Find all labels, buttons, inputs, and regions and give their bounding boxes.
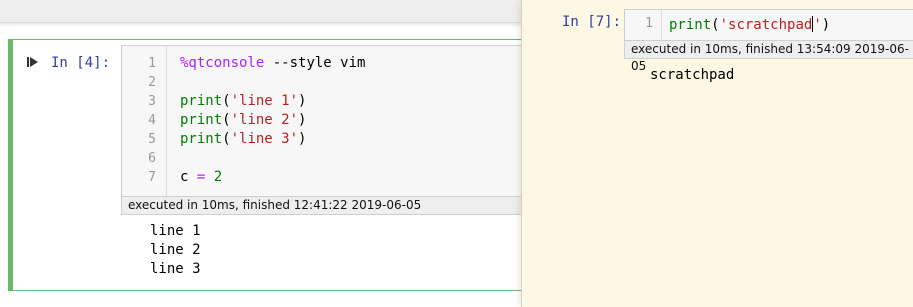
string-literal: 'line 2'	[230, 112, 299, 128]
code-line: %qtconsole --style vim	[180, 55, 365, 71]
code-line: print('line 3')	[180, 131, 306, 147]
builtin-print: print	[669, 17, 712, 33]
execution-time-bar: executed in 10ms, finished 12:41:22 2019…	[121, 196, 553, 215]
code-line: c = 2	[180, 169, 222, 185]
step-forward-icon[interactable]	[26, 55, 40, 69]
paren-close: )	[298, 131, 307, 147]
scratchpad-output: scratchpad	[650, 67, 735, 83]
line-number: 5	[148, 132, 156, 147]
code-editor[interactable]: 1 2 3 4 5 6 7 %qtconsole --style vim pri…	[121, 45, 553, 197]
line-number: 1	[148, 56, 156, 71]
paren-close: )	[298, 112, 307, 128]
paren-open: (	[222, 93, 231, 109]
string-literal: 'scratchpad	[719, 17, 813, 33]
code-line: print('line 2')	[180, 112, 306, 128]
paren-open: (	[222, 131, 231, 147]
magic-command: %qtconsole	[180, 55, 265, 71]
line-number: 6	[148, 151, 156, 166]
line-number-gutter: 1	[625, 10, 662, 40]
paren-open: (	[222, 112, 231, 128]
line-number-gutter: 1 2 3 4 5 6 7	[122, 46, 167, 196]
string-literal: 'line 3'	[230, 131, 299, 147]
code-line: print('line 1')	[180, 93, 306, 109]
scratchpad-execution-time-bar: executed in 10ms, finished 13:54:09 2019…	[624, 40, 913, 73]
line-number: 4	[148, 113, 156, 128]
output-line: line 1	[150, 223, 201, 239]
magic-args: --style vim	[264, 55, 366, 71]
paren-open: (	[711, 17, 720, 33]
scratchpad-input-prompt: In [7]:	[562, 14, 622, 30]
output-line: line 3	[150, 261, 201, 277]
string-quote-close: '	[813, 17, 822, 33]
line-number: 1	[645, 16, 653, 31]
paren-close: )	[821, 17, 831, 33]
line-number: 2	[148, 75, 156, 90]
notebook-cell[interactable]: In [4]: 1 2 3 4 5 6 7 %qtconsole --style…	[8, 39, 553, 291]
line-number: 3	[148, 94, 156, 109]
paren-close: )	[298, 93, 307, 109]
builtin-print: print	[180, 112, 223, 128]
builtin-print: print	[180, 131, 223, 147]
line-number: 7	[148, 170, 156, 185]
input-prompt: In [4]:	[51, 55, 111, 71]
variable-name: c	[180, 169, 197, 185]
number-literal: 2	[205, 169, 223, 185]
string-literal: 'line 1'	[230, 93, 299, 109]
scratchpad-panel[interactable]: In [7]: 1 print('scratchpad') executed i…	[521, 0, 913, 307]
output-line: line 2	[150, 242, 201, 258]
scratchpad-editor[interactable]: 1 print('scratchpad')	[624, 9, 913, 41]
code-line: print('scratchpad')	[669, 16, 830, 33]
builtin-print: print	[180, 93, 223, 109]
